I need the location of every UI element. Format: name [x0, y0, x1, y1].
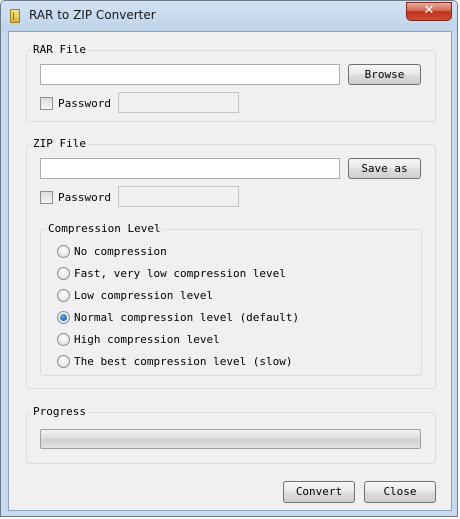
compression-option-radio[interactable]	[57, 355, 70, 368]
close-icon: ✕	[423, 3, 435, 18]
compression-option-label: Low compression level	[74, 289, 214, 302]
zip-password-checkbox[interactable]	[40, 191, 53, 204]
compression-option-label: No compression	[74, 245, 167, 258]
title-bar[interactable]: RAR to ZIP Converter ✕	[1, 1, 457, 31]
save-as-button[interactable]: Save as	[348, 158, 421, 179]
compression-option-radio[interactable]	[57, 289, 70, 302]
window-title: RAR to ZIP Converter	[29, 8, 156, 22]
zip-file-group-label: ZIP File	[31, 137, 88, 150]
zip-password-label: Password	[58, 191, 111, 204]
compression-option-radio[interactable]	[57, 245, 70, 258]
zip-file-path-input[interactable]	[40, 158, 340, 179]
zip-password-input[interactable]	[118, 186, 239, 207]
rar-file-path-input[interactable]	[40, 64, 340, 85]
compression-level-label: Compression Level	[46, 222, 163, 235]
window-close-button[interactable]: ✕	[406, 2, 452, 21]
compression-option-radio[interactable]	[57, 311, 70, 324]
app-window: RAR to ZIP Converter ✕ RAR File Browse P…	[0, 0, 458, 517]
rar-password-input[interactable]	[118, 92, 239, 113]
browse-button[interactable]: Browse	[348, 64, 421, 85]
archive-icon	[10, 9, 20, 23]
compression-option-radio[interactable]	[57, 267, 70, 280]
progress-bar	[40, 429, 421, 449]
compression-option-radio[interactable]	[57, 333, 70, 346]
compression-option-label: The best compression level (slow)	[74, 355, 293, 368]
compression-option-label: High compression level	[74, 333, 220, 346]
compression-option-label: Normal compression level (default)	[74, 311, 300, 324]
convert-button[interactable]: Convert	[283, 481, 355, 503]
compression-option-label: Fast, very low compression level	[74, 267, 286, 280]
close-button[interactable]: Close	[364, 481, 436, 503]
dialog-body: RAR File Browse Password ZIP File Save a…	[8, 31, 452, 511]
rar-password-label: Password	[58, 97, 111, 110]
progress-group-label: Progress	[31, 405, 88, 418]
rar-password-checkbox[interactable]	[40, 97, 53, 110]
rar-file-group-label: RAR File	[31, 43, 88, 56]
